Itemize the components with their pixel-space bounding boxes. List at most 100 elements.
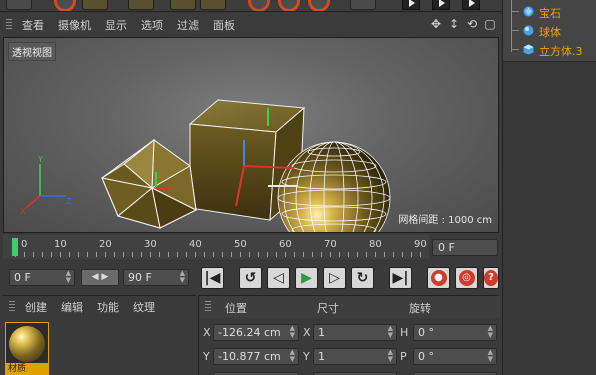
stepper-arrows-icon[interactable]: ▲ ▼	[488, 349, 493, 363]
previous-key-button[interactable]: ↺	[239, 267, 262, 289]
record-keys-icon: ●	[430, 270, 447, 286]
object-row-cube[interactable]: 立方体.3	[503, 41, 596, 58]
object-name[interactable]: 宝石	[539, 5, 561, 21]
size-x-field[interactable]: 1 ▲ ▼	[313, 324, 397, 341]
menu-texture[interactable]: 纹理	[133, 299, 155, 315]
menu-edit[interactable]: 编辑	[61, 299, 83, 315]
zoom-view-icon[interactable]: ↕	[448, 17, 460, 31]
position-x-field[interactable]: -126.24 cm ▲ ▼	[213, 324, 299, 341]
size-axis-label: Y	[303, 350, 310, 363]
cinema4d-window: 查看 摄像机 显示 选项 过滤 面板 ✥ ↕ ⟲ ▢ Y Z X 透视视图 网格…	[0, 0, 596, 375]
stepper-arrows-icon[interactable]: ▲ ▼	[388, 325, 393, 339]
keyframe-selection-button[interactable]: ?	[483, 267, 499, 289]
move-view-icon[interactable]: ✥	[430, 17, 442, 31]
material-swatch[interactable]: 材质	[5, 322, 49, 375]
z-axis-lock-icon[interactable]	[308, 0, 330, 11]
stepper-arrows-icon[interactable]: ▲ ▼	[290, 349, 295, 363]
range-slider-button[interactable]: ◀ ▶	[81, 269, 119, 286]
size-y-field[interactable]: 1 ▲ ▼	[313, 348, 397, 365]
cube-icon	[523, 44, 534, 55]
scale-tool-icon[interactable]	[170, 0, 196, 10]
record-keys-button[interactable]: ●	[427, 267, 450, 289]
position-y-field[interactable]: -10.877 cm ▲ ▼	[213, 348, 299, 365]
menu-grip-icon[interactable]	[6, 19, 12, 31]
y-axis-lock-icon[interactable]	[278, 0, 300, 11]
material-menu-bar: 创建 编辑 功能 纹理	[3, 296, 196, 318]
menu-filter[interactable]: 过滤	[177, 17, 199, 33]
autokeying-icon: ◎	[458, 270, 475, 286]
tick-label: 60	[279, 239, 292, 250]
x-axis-lock-icon[interactable]	[248, 0, 270, 11]
menu-display[interactable]: 显示	[105, 17, 127, 33]
timeline-ruler[interactable]: 0 10 20 30 40 50 60 70 80 90	[3, 235, 429, 259]
tick-label: 0	[21, 239, 28, 250]
tick-label: 70	[324, 239, 337, 250]
stepper-arrows-icon[interactable]: ▲ ▼	[180, 270, 185, 284]
render-picture-viewer-icon[interactable]	[432, 0, 450, 10]
object-row-gem[interactable]: 宝石	[503, 3, 596, 20]
material-preview-ball	[9, 326, 45, 362]
rotation-p-field[interactable]: 0 ° ▲ ▼	[413, 348, 497, 365]
keyframe-selection-icon: ?	[484, 270, 498, 286]
object-list: 宝石 球体 立方体.3	[503, 0, 596, 62]
next-frame-icon: ▷	[329, 270, 340, 286]
rotation-h-field[interactable]: 0 ° ▲ ▼	[413, 324, 497, 341]
render-view-icon[interactable]	[402, 0, 420, 10]
stepper-arrows-icon[interactable]: ▲ ▼	[388, 349, 393, 363]
menu-grip-icon[interactable]	[9, 301, 15, 313]
rotation-p-value: 0 °	[418, 350, 434, 363]
tick-label: 80	[369, 239, 382, 250]
menu-view[interactable]: 查看	[22, 17, 44, 33]
stepper-arrows-icon[interactable]: ▲ ▼	[290, 325, 295, 339]
rotate-view-icon[interactable]: ⟲	[466, 17, 478, 31]
menu-create[interactable]: 创建	[25, 299, 47, 315]
current-frame-field[interactable]: 0 F	[432, 239, 498, 256]
menu-panel[interactable]: 面板	[213, 17, 235, 33]
go-to-end-button[interactable]: ▶|	[389, 267, 412, 289]
size-axis-label: X	[303, 326, 311, 339]
svg-text:Y: Y	[37, 155, 43, 164]
stepper-arrows-icon[interactable]: ▲ ▼	[488, 325, 493, 339]
perspective-viewport[interactable]: Y Z X 透视视图 网格间距 : 1000 cm	[3, 37, 499, 233]
rotate-tool-icon[interactable]	[200, 0, 226, 10]
rotation-header: 旋转	[409, 302, 431, 315]
menu-function[interactable]: 功能	[97, 299, 119, 315]
next-frame-button[interactable]: ▷	[323, 267, 346, 289]
position-x-value: -126.24 cm	[218, 326, 281, 339]
toolbar-button[interactable]	[6, 0, 32, 10]
object-row-sphere[interactable]: 球体	[503, 22, 596, 39]
size-x-value: 1	[318, 326, 325, 339]
material-manager: 创建 编辑 功能 纹理 材质	[3, 295, 196, 375]
gem-object[interactable]	[100, 138, 198, 229]
object-name[interactable]: 立方体.3	[539, 43, 583, 59]
menu-camera[interactable]: 摄像机	[58, 17, 91, 33]
3d-scene: Y Z X	[20, 99, 391, 232]
cursor-tool-icon[interactable]	[82, 0, 108, 10]
previous-frame-icon: ◁	[273, 270, 284, 286]
go-to-start-button[interactable]: |◀	[201, 267, 224, 289]
material-name[interactable]: 材质	[6, 363, 48, 375]
start-frame-field[interactable]: 0 F ▲ ▼	[9, 269, 75, 286]
position-y-value: -10.877 cm	[218, 350, 281, 363]
size-header: 尺寸	[317, 302, 339, 315]
coordinate-system-icon[interactable]	[350, 0, 376, 10]
menu-grip-icon[interactable]	[205, 301, 211, 313]
render-region-icon[interactable]	[54, 0, 76, 11]
menu-options[interactable]: 选项	[141, 17, 163, 33]
previous-frame-button[interactable]: ◁	[267, 267, 290, 289]
toggle-layout-icon[interactable]: ▢	[484, 17, 496, 31]
position-header: 位置	[225, 302, 247, 315]
tick-label: 30	[144, 239, 157, 250]
end-frame-field[interactable]: 90 F ▲ ▼	[123, 269, 189, 286]
ruler-ticks	[15, 252, 427, 257]
object-name[interactable]: 球体	[539, 24, 561, 40]
svg-text:Z: Z	[66, 197, 72, 206]
move-tool-icon[interactable]	[128, 0, 154, 10]
play-button[interactable]: ▶	[295, 267, 318, 289]
stepper-arrows-icon[interactable]: ▲ ▼	[66, 270, 71, 284]
next-key-button[interactable]: ↻	[351, 267, 374, 289]
render-settings-icon[interactable]	[462, 0, 480, 10]
coordinates-manager: 位置 尺寸 旋转 X -126.24 cm ▲ ▼ X 1 ▲ ▼ H 0 ° ▲ ▼…	[198, 295, 500, 375]
autokeying-button[interactable]: ◎	[455, 267, 478, 289]
pos-axis-label: X	[203, 326, 211, 339]
